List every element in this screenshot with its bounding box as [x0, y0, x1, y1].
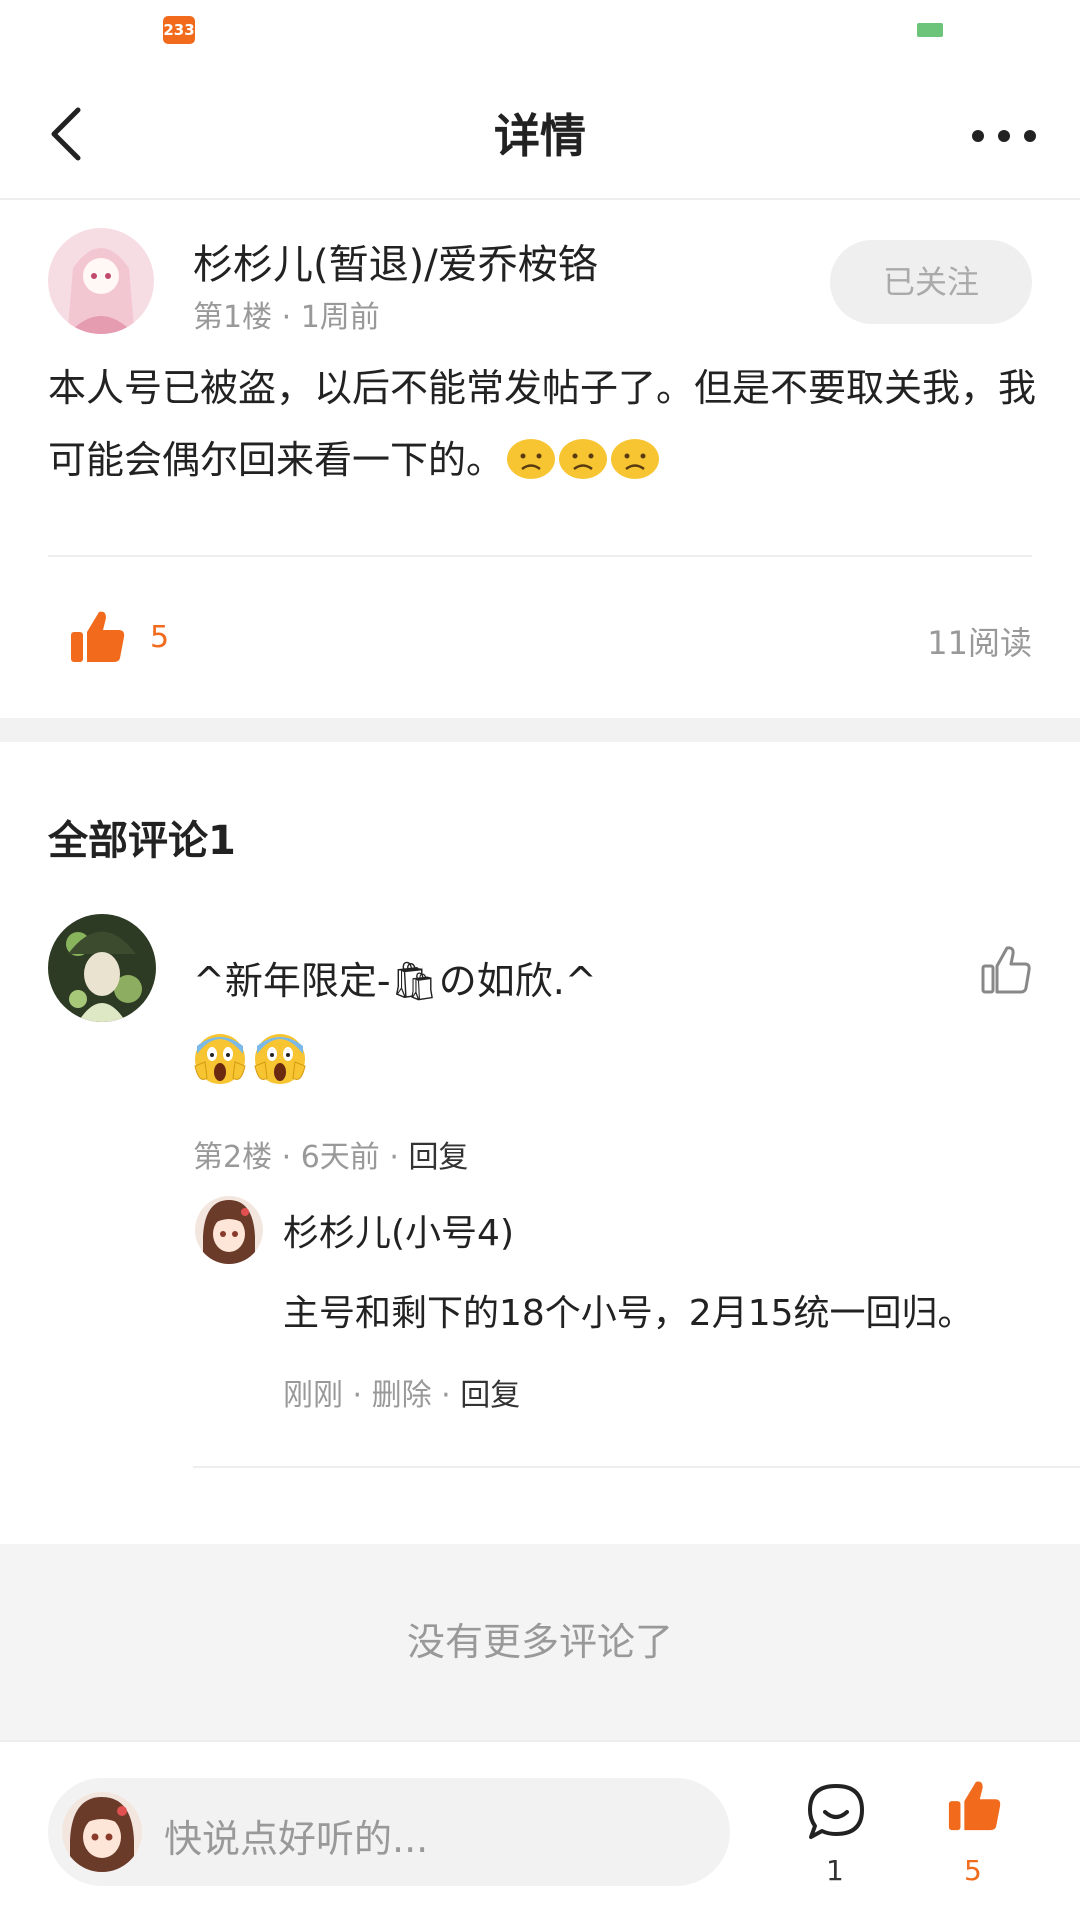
- comment-bubble-icon: [808, 1784, 864, 1839]
- avatar[interactable]: [48, 228, 154, 334]
- more-button[interactable]: [964, 106, 1044, 166]
- status-bar: 233: [0, 0, 1080, 60]
- reply-link[interactable]: 回复: [408, 1140, 468, 1175]
- comment-count: 1: [826, 1854, 844, 1887]
- reply-link[interactable]: 回复: [460, 1378, 520, 1413]
- delete-link[interactable]: 删除: [372, 1378, 432, 1413]
- comment-time: 6天前: [300, 1140, 380, 1175]
- post-meta: 第1楼 · 1周前: [193, 300, 380, 335]
- like-count: 5: [964, 1854, 982, 1887]
- read-count: 11阅读: [927, 624, 1032, 662]
- post-author-name[interactable]: 杉杉儿(暂退)/爱乔桉铬: [193, 232, 598, 290]
- avatar[interactable]: [48, 914, 156, 1022]
- reply-author-name[interactable]: 杉杉儿(小号4): [283, 1204, 514, 1256]
- screaming-face-emoji: [193, 1032, 247, 1086]
- avatar: [62, 1792, 142, 1872]
- divider: [193, 1466, 1080, 1468]
- comment-button[interactable]: [806, 1782, 866, 1842]
- divider: [48, 555, 1032, 557]
- post-body: 本人号已被盗，以后不能常发帖子了。但是不要取关我，我可能会偶尔回来看一下的。: [48, 352, 1038, 496]
- bottom-bar: 快说点好听的... 1 5: [0, 1740, 1080, 1920]
- no-more-comments: 没有更多评论了: [0, 1544, 1080, 1740]
- follow-button[interactable]: 已关注: [830, 240, 1032, 324]
- thumbs-up-icon: [71, 611, 125, 662]
- like-button[interactable]: [946, 1778, 1002, 1834]
- comment-meta: 第2楼 · 6天前 · 回复: [193, 1140, 469, 1175]
- sad-face-emoji: [610, 432, 660, 479]
- comments-header: 全部评论1: [48, 818, 236, 864]
- post-like-count: 5: [150, 620, 170, 655]
- reply-meta: 刚刚 · 删除 · 回复: [283, 1378, 521, 1413]
- thumbs-up-icon: [948, 1781, 1001, 1831]
- sad-face-emoji: [558, 432, 608, 479]
- screaming-face-emoji: [253, 1032, 307, 1086]
- comment-like-button[interactable]: [980, 944, 1032, 996]
- comment-input[interactable]: 快说点好听的...: [48, 1778, 730, 1886]
- avatar[interactable]: [195, 1196, 263, 1264]
- more-dots-icon: [972, 130, 1036, 142]
- page-title: 详情: [494, 109, 586, 163]
- nav-bar: 详情: [0, 70, 1080, 200]
- comment-author-name[interactable]: ^新年限定-🛍の如欣.^: [193, 950, 597, 1005]
- comment-input-placeholder: 快说点好听的...: [164, 1817, 429, 1861]
- post-like-button[interactable]: [68, 608, 126, 666]
- comment-content: [193, 1032, 313, 1090]
- comment-floor: 第2楼: [193, 1140, 273, 1175]
- sad-face-emoji: [506, 432, 556, 479]
- battery-icon: [917, 23, 943, 37]
- reply-text: 主号和剩下的18个小号，2月15统一回归。: [283, 1293, 974, 1334]
- reply-time: 刚刚: [283, 1378, 343, 1413]
- thumbs-up-outline-icon: [981, 946, 1031, 994]
- section-divider: [0, 718, 1080, 742]
- notification-badge: 233: [163, 16, 195, 44]
